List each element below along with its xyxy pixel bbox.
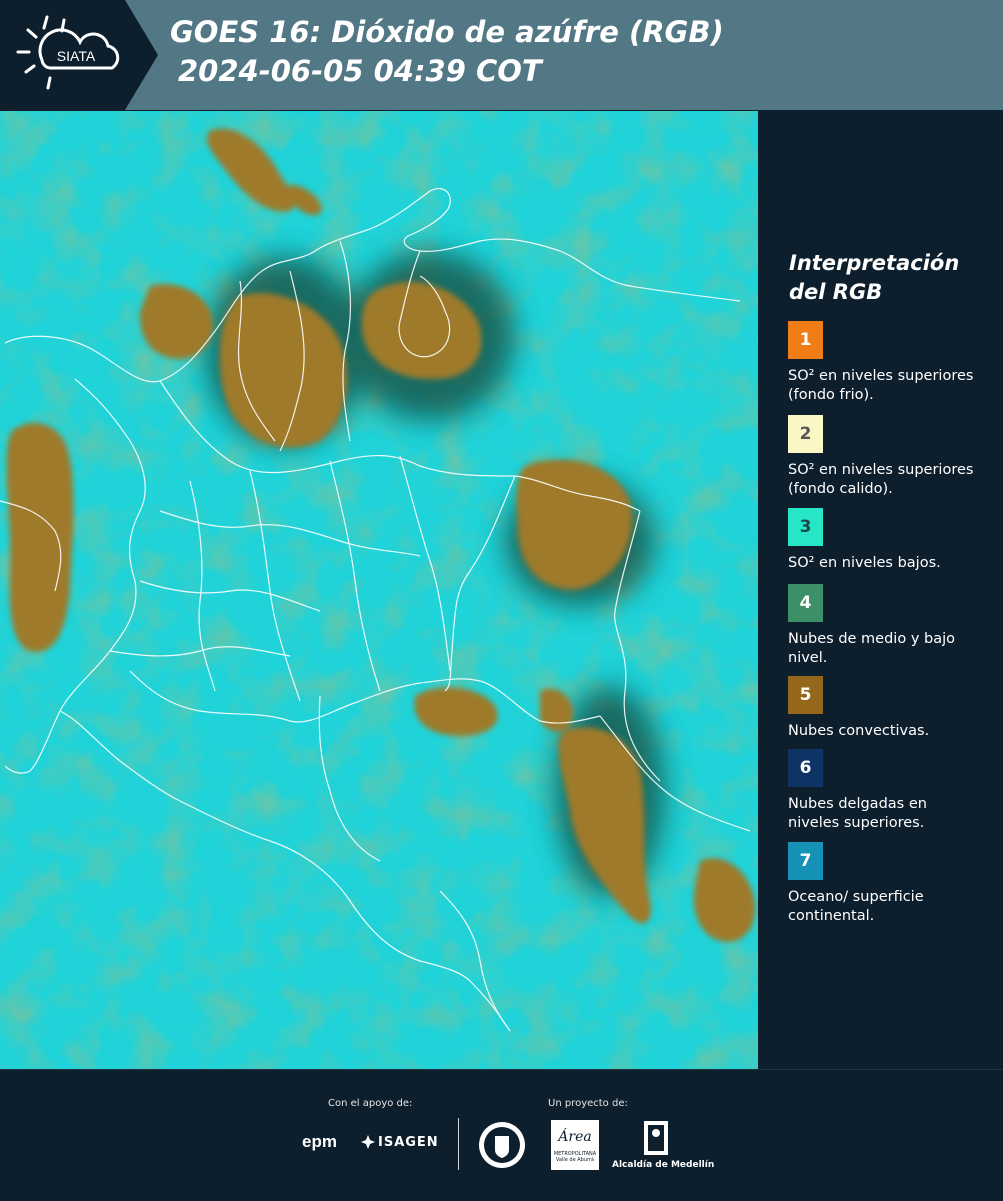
legend-title-line1: Interpretación <box>789 251 960 275</box>
legend-text-2: SO² en niveles superiores (fondo calido)… <box>788 462 974 497</box>
legend-swatch-7: 7 <box>788 842 823 880</box>
area-logo-text: Área <box>558 1129 592 1145</box>
footer: Con el apoyo de: Un proyecto de: epm ISA… <box>0 1069 1003 1201</box>
isagen-logo: ISAGEN <box>378 1135 439 1150</box>
alcaldia-shield-icon <box>644 1121 668 1155</box>
timestamp: 2024-06-05 04:39 COT <box>178 54 542 88</box>
alcaldia-label: Alcaldía de Medellín <box>612 1160 715 1170</box>
legend-text-3: SO² en niveles bajos. <box>788 555 941 571</box>
legend-title-line2: del RGB <box>789 280 883 304</box>
legend-item-7: 7 Oceano/ superficie continental. <box>788 842 978 926</box>
legend-item-4: 4 Nubes de medio y bajo nivel. <box>788 584 978 668</box>
legend-text-1: SO² en niveles superiores (fondo frio). <box>788 368 974 403</box>
legend-item-6: 6 Nubes delgadas en niveles superiores. <box>788 749 978 833</box>
legend-panel: Interpretación del RGB 1 SO² en niveles … <box>760 111 1003 1069</box>
logo-text: SIATA <box>57 48 96 64</box>
legend-item-1: 1 SO² en niveles superiores (fondo frio)… <box>788 321 978 405</box>
legend-item-3: 3 SO² en niveles bajos. <box>788 508 978 573</box>
legend-swatch-6: 6 <box>788 749 823 787</box>
area-sub2-text: Valle de Aburrá <box>555 1157 595 1163</box>
legend-text-5: Nubes convectivas. <box>788 723 930 739</box>
satellite-map <box>0 111 758 1069</box>
seal-icon <box>479 1122 525 1168</box>
legend-title: Interpretación del RGB <box>789 249 989 307</box>
legend-swatch-3: 3 <box>788 508 823 546</box>
area-metropolitana-logo: Área METROPOLITANA Valle de Aburrá <box>551 1120 599 1170</box>
legend-item-2: 2 SO² en niveles superiores (fondo calid… <box>788 415 978 499</box>
legend-swatch-5: 5 <box>788 676 823 714</box>
legend-text-4: Nubes de medio y bajo nivel. <box>788 631 955 666</box>
project-label: Un proyecto de: <box>548 1098 628 1109</box>
legend-swatch-2: 2 <box>788 415 823 453</box>
isagen-icon <box>361 1135 375 1149</box>
support-label: Con el apoyo de: <box>328 1098 413 1109</box>
page-title: GOES 16: Dióxido de azúfre (RGB) <box>170 15 724 49</box>
legend-swatch-1: 1 <box>788 321 823 359</box>
epm-logo: epm <box>302 1132 337 1151</box>
legend-item-5: 5 Nubes convectivas. <box>788 676 978 741</box>
footer-divider <box>458 1118 459 1170</box>
legend-text-7: Oceano/ superficie continental. <box>788 889 924 924</box>
siata-logo: SIATA <box>0 0 158 110</box>
legend-text-6: Nubes delgadas en niveles superiores. <box>788 796 927 831</box>
legend-swatch-4: 4 <box>788 584 823 622</box>
header-bar: SIATA GOES 16: Dióxido de azúfre (RGB) 2… <box>0 0 1003 110</box>
